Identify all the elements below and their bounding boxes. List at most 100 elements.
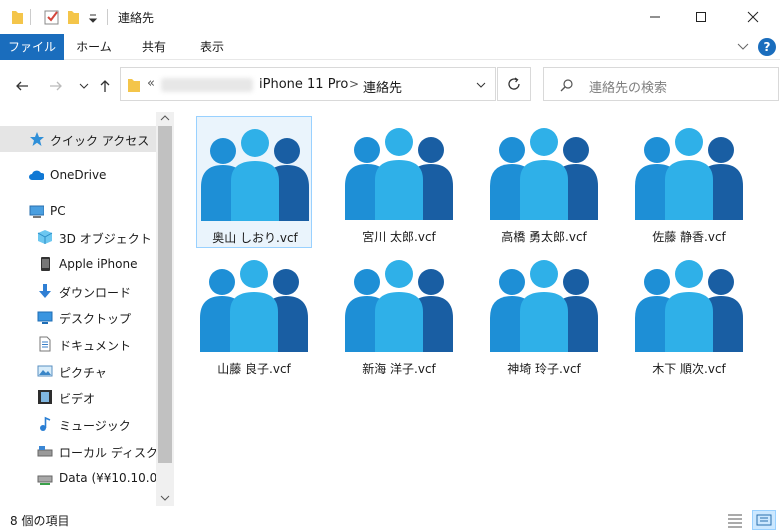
contact-group-icon [635, 128, 743, 220]
address-overflow-chevron[interactable]: « [147, 76, 155, 91]
search-placeholder: 連絡先の検索 [589, 81, 668, 96]
address-bar[interactable]: « iPhone 11 Pro > 連絡先 [120, 67, 496, 101]
sidebar-item-pc[interactable]: PC [0, 198, 156, 224]
ribbon-tabs: ファイル ホーム 共有 表示 ? [0, 34, 780, 60]
file-list: 奥山 しおり.vcf 宮川 太郎.vcf 高橋 勇太郎.vcf 佐藤 静香.vc… [180, 112, 780, 508]
file-item[interactable]: 佐藤 静香.vcf [631, 116, 747, 248]
arrow-left-icon [16, 81, 28, 91]
address-dropdown-icon[interactable] [475, 79, 487, 91]
cube-icon [37, 230, 53, 244]
file-name: 神埼 玲子.vcf [507, 362, 581, 376]
sidebar-item-label: 3D オブジェクト [59, 232, 152, 246]
status-bar: 8 個の項目 [0, 508, 780, 532]
scrollbar-thumb[interactable] [158, 126, 172, 463]
sidebar-item-local-disk[interactable]: ローカル ディスク (C [0, 438, 156, 464]
large-icons-view-button[interactable] [752, 510, 776, 530]
refresh-button[interactable] [497, 67, 531, 101]
file-name: 佐藤 静香.vcf [652, 230, 726, 244]
picture-icon [37, 365, 53, 377]
contact-group-icon [635, 260, 743, 352]
folder-small-icon [12, 11, 23, 24]
search-box[interactable]: 連絡先の検索 [543, 67, 779, 101]
contact-group-icon [345, 260, 453, 352]
customize-dropdown-icon[interactable] [88, 9, 98, 25]
network-drive-icon [37, 475, 53, 485]
file-name: 木下 順次.vcf [652, 362, 726, 376]
sidebar-item-downloads[interactable]: ダウンロード [0, 278, 156, 304]
contact-group-icon [345, 128, 453, 220]
sidebar-item-label: PC [50, 204, 66, 218]
sidebar-item-onedrive[interactable]: OneDrive [0, 162, 156, 188]
music-note-icon [40, 416, 51, 431]
sidebar-item-label: Data (¥¥10.10.0.3 [59, 471, 156, 485]
file-item[interactable]: 神埼 玲子.vcf [486, 248, 602, 380]
file-item[interactable]: 高橋 勇太郎.vcf [486, 116, 602, 248]
sidebar-item-3d-objects[interactable]: 3D オブジェクト [0, 224, 156, 250]
sidebar-item-label: ダウンロード [59, 286, 132, 300]
ribbon-expand-chevron-icon[interactable] [736, 39, 750, 53]
recent-locations-button[interactable] [74, 76, 94, 96]
forward-button[interactable] [46, 76, 66, 96]
sidebar-item-desktop[interactable]: デスクトップ [0, 304, 156, 330]
large-icons-view-icon [756, 514, 772, 526]
details-view-icon[interactable] [726, 512, 744, 528]
scroll-up-icon[interactable] [160, 114, 170, 122]
tab-share[interactable]: 共有 [124, 34, 184, 60]
address-segment-device[interactable]: iPhone 11 Pro [259, 77, 348, 92]
disk-icon [37, 446, 53, 457]
video-icon [38, 390, 52, 404]
folder-icon [128, 79, 140, 92]
tab-file[interactable]: ファイル [0, 34, 64, 60]
file-item[interactable]: 奥山 しおり.vcf [196, 116, 312, 248]
sidebar-item-label: ビデオ [59, 392, 96, 406]
help-button[interactable]: ? [758, 38, 776, 56]
sidebar-item-pictures[interactable]: ピクチャ [0, 358, 156, 384]
sidebar-item-network-drive[interactable]: Data (¥¥10.10.0.3 [0, 465, 156, 491]
address-segment-folder[interactable]: 連絡先 [363, 77, 402, 96]
minimize-button[interactable] [632, 0, 678, 34]
file-item[interactable]: 木下 順次.vcf [631, 248, 747, 380]
contact-group-icon [200, 260, 308, 352]
tab-view[interactable]: 表示 [184, 34, 240, 60]
separator [107, 9, 108, 25]
sidebar-item-label: ドキュメント [59, 339, 132, 353]
sidebar-item-quick-access[interactable]: クイック アクセス [0, 126, 156, 152]
title-bar: 連絡先 [0, 0, 780, 34]
address-separator[interactable]: > [349, 77, 359, 91]
desktop-icon [37, 311, 53, 324]
back-button[interactable] [12, 76, 32, 96]
file-item[interactable]: 山藤 良子.vcf [196, 248, 312, 380]
sidebar-item-apple-iphone[interactable]: Apple iPhone [0, 251, 156, 277]
tab-home[interactable]: ホーム [64, 34, 124, 60]
cloud-icon [29, 170, 44, 180]
file-name: 高橋 勇太郎.vcf [501, 230, 587, 244]
properties-check-icon[interactable] [44, 9, 60, 25]
file-item[interactable]: 宮川 太郎.vcf [341, 116, 457, 248]
sidebar-item-label: ピクチャ [59, 366, 107, 380]
sidebar-item-label: ミュージック [59, 419, 131, 433]
contact-group-icon [490, 260, 598, 352]
sidebar-item-documents[interactable]: ドキュメント [0, 331, 156, 357]
new-folder-icon[interactable] [66, 9, 80, 25]
scroll-down-icon[interactable] [160, 494, 170, 502]
navigation-pane: クイック アクセス OneDrive PC 3D オブジェクト Apple iP… [0, 112, 174, 506]
download-arrow-icon [39, 284, 51, 298]
close-button[interactable] [730, 0, 776, 34]
arrow-right-icon [50, 81, 62, 91]
file-item[interactable]: 新海 洋子.vcf [341, 248, 457, 380]
separator [30, 9, 31, 25]
file-name: 奥山 しおり.vcf [212, 231, 298, 245]
item-count: 8 個の項目 [10, 514, 70, 528]
up-button[interactable] [95, 76, 115, 96]
redacted-path-segment [161, 78, 253, 92]
file-name: 宮川 太郎.vcf [362, 230, 436, 244]
sidebar-item-videos[interactable]: ビデオ [0, 384, 156, 410]
chevron-down-icon [79, 83, 89, 89]
star-icon [30, 132, 44, 146]
contact-group-icon [201, 129, 309, 221]
sidebar-item-music[interactable]: ミュージック [0, 411, 156, 437]
file-name: 新海 洋子.vcf [362, 362, 436, 376]
maximize-button[interactable] [678, 0, 724, 34]
maximize-icon [696, 12, 706, 22]
close-icon [747, 11, 759, 23]
